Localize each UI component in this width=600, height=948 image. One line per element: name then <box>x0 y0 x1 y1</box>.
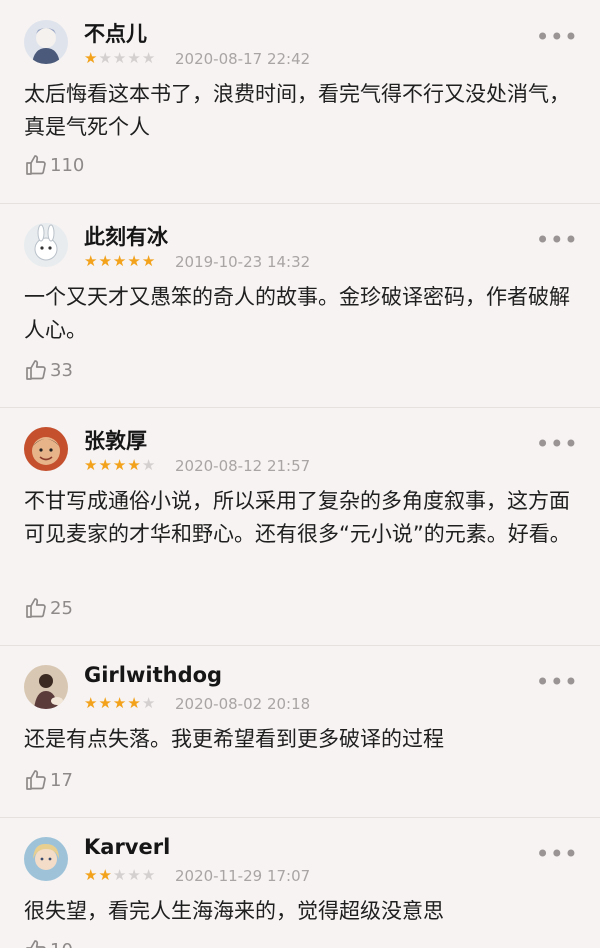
like-count: 17 <box>50 769 73 791</box>
star-icon: ★ <box>112 866 127 884</box>
review-date: 2020-08-02 20:18 <box>175 695 311 713</box>
star-icon: ★ <box>84 252 98 270</box>
star-icon: ★ <box>84 49 98 67</box>
username[interactable]: Karverl <box>84 835 170 859</box>
thumbs-up-icon <box>26 940 46 948</box>
more-options-icon[interactable]: ••• <box>536 842 578 866</box>
review-card: 不点儿 ★ ★ ★ ★ ★ 2020-08-17 22:42 ••• 太后悔看这… <box>0 0 600 204</box>
review-card: Karverl ★ ★ ★ ★ ★ 2020-11-29 17:07 ••• 很… <box>0 817 600 948</box>
review-card: Girlwithdog ★ ★ ★ ★ ★ 2020-08-02 20:18 •… <box>0 645 600 818</box>
avatar[interactable] <box>24 837 68 881</box>
avatar[interactable] <box>24 20 68 64</box>
review-date: 2020-11-29 17:07 <box>175 867 311 885</box>
username[interactable]: 此刻有冰 <box>84 221 168 251</box>
star-icon: ★ <box>98 694 112 712</box>
star-icon: ★ <box>112 694 127 712</box>
review-card: 张敦厚 ★ ★ ★ ★ ★ 2020-08-12 21:57 ••• 不甘写成通… <box>0 407 600 646</box>
star-icon: ★ <box>127 49 141 67</box>
like-button[interactable]: 110 <box>24 153 84 177</box>
more-options-icon[interactable]: ••• <box>536 432 578 456</box>
star-rating: ★ ★ ★ ★ ★ <box>84 457 155 474</box>
like-count: 25 <box>50 597 73 619</box>
review-text: 不甘写成通俗小说，所以采用了复杂的多角度叙事，这方面可见麦家的才华和野心。还有很… <box>24 489 571 546</box>
like-count: 33 <box>50 359 73 381</box>
like-button[interactable]: 25 <box>24 596 73 620</box>
star-icon: ★ <box>98 49 112 67</box>
review-date: 2019-10-23 14:32 <box>175 253 311 271</box>
star-icon: ★ <box>127 694 141 712</box>
thumbs-up-icon <box>26 155 46 175</box>
star-rating: ★ ★ ★ ★ ★ <box>84 695 155 712</box>
more-options-icon[interactable]: ••• <box>536 25 578 49</box>
star-icon: ★ <box>112 252 127 270</box>
like-count: 10 <box>50 940 73 948</box>
star-icon: ★ <box>127 252 141 270</box>
star-icon: ★ <box>141 49 156 67</box>
star-rating: ★ ★ ★ ★ ★ <box>84 50 155 67</box>
username[interactable]: 张敦厚 <box>84 425 147 455</box>
star-icon: ★ <box>127 456 141 474</box>
like-count: 110 <box>50 154 85 176</box>
avatar[interactable] <box>24 665 68 709</box>
star-icon: ★ <box>127 866 141 884</box>
star-rating: ★ ★ ★ ★ ★ <box>84 867 155 884</box>
review-text: 很失望，看完人生海海来的，觉得超级没意思 <box>24 899 444 923</box>
star-icon: ★ <box>112 49 127 67</box>
star-icon: ★ <box>141 694 156 712</box>
star-icon: ★ <box>98 456 112 474</box>
review-date: 2020-08-17 22:42 <box>175 50 311 68</box>
username[interactable]: 不点儿 <box>84 18 147 48</box>
like-button[interactable]: 17 <box>24 768 73 792</box>
star-icon: ★ <box>98 252 112 270</box>
star-icon: ★ <box>141 456 156 474</box>
thumbs-up-icon <box>26 360 46 380</box>
more-options-icon[interactable]: ••• <box>536 228 578 252</box>
star-icon: ★ <box>84 694 98 712</box>
review-date: 2020-08-12 21:57 <box>175 457 311 475</box>
avatar[interactable] <box>24 223 68 267</box>
review-text: 还是有点失落。我更希望看到更多破译的过程 <box>24 727 444 751</box>
username[interactable]: Girlwithdog <box>84 663 222 687</box>
review-text: 太后悔看这本书了，浪费时间，看完气得不行又没处消气，真是气死个人 <box>24 82 570 139</box>
more-options-icon[interactable]: ••• <box>536 670 578 694</box>
star-icon: ★ <box>141 866 156 884</box>
review-text: 一个又天才又愚笨的奇人的故事。金珍破译密码，作者破解人心。 <box>24 285 570 342</box>
thumbs-up-icon <box>26 770 46 790</box>
star-icon: ★ <box>98 866 112 884</box>
star-rating: ★ ★ ★ ★ ★ <box>84 253 155 270</box>
star-icon: ★ <box>84 866 98 884</box>
star-icon: ★ <box>112 456 127 474</box>
thumbs-up-icon <box>26 598 46 618</box>
avatar[interactable] <box>24 427 68 471</box>
like-button[interactable]: 10 <box>24 938 73 948</box>
like-button[interactable]: 33 <box>24 358 73 382</box>
star-icon: ★ <box>141 252 156 270</box>
review-card: 此刻有冰 ★ ★ ★ ★ ★ 2019-10-23 14:32 ••• 一个又天… <box>0 203 600 408</box>
star-icon: ★ <box>84 456 98 474</box>
